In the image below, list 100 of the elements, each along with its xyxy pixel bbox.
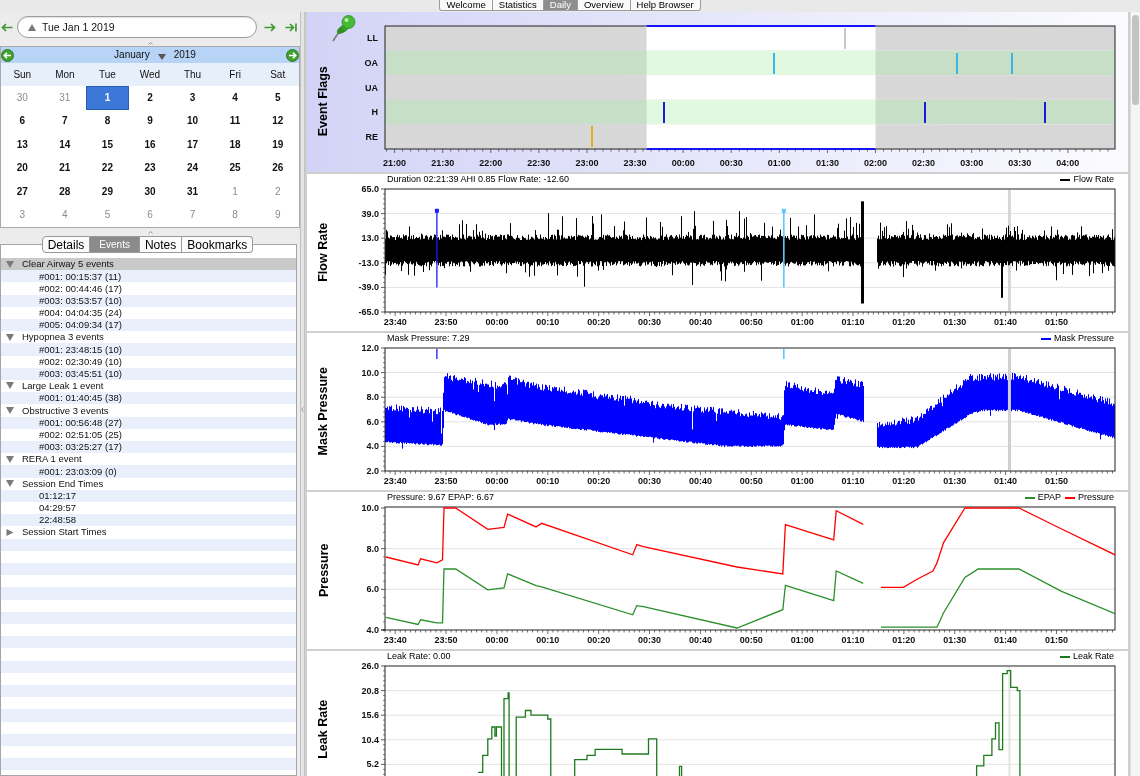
event-row[interactable]: #001: 00:56:48 (27) — [1, 416, 296, 429]
calendar-day[interactable]: 14 — [43, 133, 87, 157]
calendar-day[interactable]: 17 — [171, 133, 214, 157]
calendar-day[interactable]: 10 — [171, 109, 214, 133]
event-row[interactable]: #001: 23:03:09 (0) — [1, 465, 296, 478]
calendar-day[interactable]: 30 — [128, 180, 172, 204]
app-tab[interactable]: Statistics — [492, 0, 544, 11]
calendar-day[interactable]: 22 — [86, 156, 129, 180]
caret-up-icon[interactable] — [28, 23, 36, 31]
event-row[interactable]: #001: 23:48:15 (10) — [1, 343, 296, 356]
event-row[interactable]: #002: 00:44:46 (17) — [1, 282, 296, 295]
app-tab[interactable]: Help Browser — [630, 0, 701, 11]
sidebar-tab[interactable]: Details — [41, 236, 91, 253]
calendar-day[interactable]: 13 — [1, 133, 44, 157]
event-row[interactable]: #002: 02:30:49 (10) — [1, 355, 296, 368]
event-row[interactable]: #004: 04:04:35 (24) — [1, 306, 296, 319]
axis-label: 01:00 — [790, 317, 814, 327]
sidebar-tab[interactable]: Bookmarks — [182, 236, 254, 253]
axis-label: 03:30 — [1008, 158, 1032, 168]
calendar-day[interactable]: 28 — [43, 180, 87, 204]
triangle-down-icon[interactable] — [6, 260, 14, 268]
axis-label: 26.0 — [361, 662, 379, 671]
sidebar-tab[interactable]: Notes — [139, 236, 183, 253]
chart-info: Mask Pressure: 7.29 — [387, 334, 470, 343]
calendar-day[interactable]: 26 — [256, 156, 299, 180]
calendar-day[interactable]: 1 — [213, 180, 257, 204]
chart-title: Flow Rate — [317, 223, 330, 282]
calendar-day[interactable]: 27 — [1, 180, 44, 204]
splitter-grip-icon[interactable] — [301, 406, 304, 412]
app-tab[interactable]: Welcome — [439, 0, 493, 11]
event-group-row[interactable]: Hypopnea 3 events — [1, 331, 296, 344]
calendar-day[interactable]: 5 — [86, 203, 129, 227]
right-arrow-icon[interactable] — [264, 22, 277, 32]
calendar-day[interactable]: 21 — [43, 156, 87, 180]
event-group-row[interactable]: Clear Airway 5 events — [1, 258, 296, 271]
calendar-day[interactable]: 11 — [213, 109, 257, 133]
calendar-day[interactable]: 7 — [171, 203, 214, 227]
event-row[interactable]: #003: 03:25:27 (17) — [1, 440, 296, 453]
calendar-day[interactable]: 7 — [43, 109, 87, 133]
calendar-day[interactable]: 31 — [43, 86, 87, 110]
axis-label: 03:00 — [960, 158, 984, 168]
calendar-day[interactable]: 5 — [256, 86, 299, 110]
triangle-down-icon[interactable] — [6, 382, 14, 390]
triangle-down-icon[interactable] — [6, 406, 14, 414]
event-group-row[interactable]: Obstructive 3 events — [1, 404, 296, 417]
calendar-day[interactable]: 3 — [1, 203, 44, 227]
calendar-day[interactable]: 2 — [256, 180, 299, 204]
event-row[interactable]: #002: 02:51:05 (25) — [1, 428, 296, 441]
calendar-day[interactable]: 16 — [128, 133, 172, 157]
event-group-row[interactable]: RERA 1 event — [1, 453, 296, 466]
event-row[interactable]: #003: 03:45:51 (10) — [1, 367, 296, 380]
calendar-day[interactable]: 8 — [86, 109, 129, 133]
triangle-down-icon[interactable] — [6, 479, 14, 487]
calendar-day[interactable]: 6 — [128, 203, 172, 227]
scrollbar-thumb[interactable] — [1132, 15, 1139, 105]
event-row[interactable]: #005: 04:09:34 (17) — [1, 318, 296, 332]
calendar-day[interactable]: 31 — [171, 180, 214, 204]
calendar-day[interactable]: 20 — [1, 156, 44, 180]
calendar-day[interactable]: 24 — [171, 156, 214, 180]
date-field[interactable]: Tue Jan 1 2019 — [17, 16, 258, 38]
event-group-row[interactable]: Large Leak 1 event — [1, 379, 296, 393]
calendar-day[interactable]: 6 — [1, 109, 44, 133]
event-row[interactable]: 04:29:57 — [1, 501, 296, 514]
left-arrow-icon[interactable] — [1, 22, 13, 32]
calendar-day[interactable]: 3 — [171, 86, 214, 110]
event-row[interactable]: 01:12:17 — [1, 489, 296, 502]
splitter-grip-icon[interactable] — [147, 42, 153, 45]
triangle-right-icon[interactable] — [6, 528, 14, 536]
event-group-row[interactable]: Session Start Times — [1, 526, 296, 539]
event-row[interactable]: #001: 00:15:37 (11) — [1, 270, 296, 283]
event-group-row[interactable]: Session End Times — [1, 477, 296, 490]
event-row[interactable]: #001: 01:40:45 (38) — [1, 392, 296, 405]
month-selector[interactable]: January — [114, 50, 150, 60]
calendar-day[interactable]: 9 — [256, 203, 299, 227]
arrow-to-bar-icon[interactable] — [285, 22, 297, 32]
calendar-day[interactable]: 19 — [256, 133, 299, 157]
caret-down-icon[interactable] — [157, 53, 166, 60]
event-row[interactable]: 22:48:58 — [1, 513, 296, 527]
calendar-day[interactable]: 18 — [213, 133, 257, 157]
calendar-day[interactable]: 30 — [1, 86, 44, 110]
left-circle-arrow-icon[interactable] — [1, 48, 14, 62]
triangle-down-icon[interactable] — [6, 455, 14, 463]
year-field[interactable]: 2019 — [173, 50, 196, 60]
calendar-day[interactable]: 25 — [213, 156, 257, 180]
calendar-day[interactable]: 15 — [86, 133, 129, 157]
triangle-down-icon[interactable] — [6, 333, 14, 341]
calendar-day[interactable]: 4 — [213, 86, 257, 110]
calendar-day[interactable]: 9 — [128, 109, 172, 133]
right-circle-arrow-icon[interactable] — [286, 48, 299, 62]
calendar-day[interactable]: 8 — [213, 203, 257, 227]
scrollbar[interactable] — [1130, 12, 1140, 776]
splitter-grip-icon[interactable] — [147, 230, 153, 234]
calendar-day[interactable]: 12 — [256, 109, 299, 133]
calendar-day[interactable]: 1 — [86, 86, 129, 110]
calendar-day[interactable]: 29 — [86, 180, 129, 204]
event-row[interactable]: #003: 03:53:57 (10) — [1, 294, 296, 307]
calendar-day[interactable]: 2 — [128, 86, 172, 110]
calendar-day[interactable]: 23 — [128, 156, 172, 180]
app-tab[interactable]: Overview — [577, 0, 631, 11]
axis-label: 00:10 — [536, 476, 560, 486]
